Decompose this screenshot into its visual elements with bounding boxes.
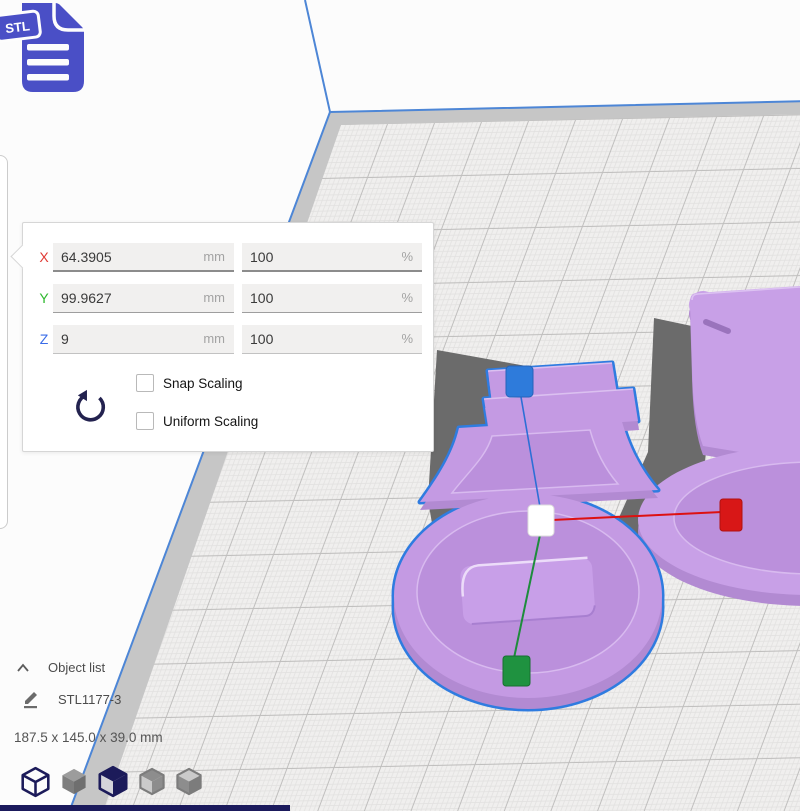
axis-z-label: Z (36, 331, 52, 347)
unit-label: % (401, 249, 413, 264)
cube-front-face-icon[interactable] (138, 767, 166, 796)
file-type-badge: STL (0, 11, 41, 42)
center-scale-handle[interactable] (528, 505, 554, 536)
unit-label: % (401, 331, 413, 346)
snap-scaling-checkbox[interactable] (136, 374, 154, 392)
view-mode-toolbar (20, 765, 203, 798)
scale-y-percent-input[interactable] (250, 284, 370, 312)
scale-z-percent-input[interactable] (250, 325, 370, 353)
cube-front-face-active-icon[interactable] (97, 765, 129, 798)
unit-label: % (401, 290, 413, 305)
snap-scaling-option[interactable]: Snap Scaling (136, 373, 243, 393)
cube-top-face-icon[interactable] (175, 767, 203, 796)
object-list-header[interactable]: Object list (16, 660, 105, 675)
uniform-scaling-option[interactable]: Uniform Scaling (136, 411, 258, 431)
y-scale-handle[interactable] (503, 656, 530, 686)
model-dimensions: 187.5 x 145.0 x 39.0 mm (14, 730, 163, 745)
reset-arrow-icon (73, 389, 109, 425)
scale-y-mm-input[interactable] (61, 284, 181, 312)
document-lines (27, 44, 69, 81)
stl-file-icon: STL (0, 0, 95, 100)
scale-x-mm-input[interactable] (61, 243, 181, 270)
object-list-title: Object list (48, 660, 105, 675)
uniform-scaling-label: Uniform Scaling (163, 414, 258, 429)
left-toolbar-edge (0, 155, 8, 529)
scale-row-y: Y mm % (23, 284, 433, 313)
application-window: STL X mm % Y mm % (0, 0, 800, 811)
bottom-accent-bar (0, 805, 290, 811)
x-scale-handle[interactable] (720, 499, 742, 531)
uniform-scaling-checkbox[interactable] (136, 412, 154, 430)
scale-x-percent-input[interactable] (250, 243, 370, 270)
object-name: STL1177-3 (58, 692, 121, 707)
axis-y-label: Y (36, 290, 52, 306)
scale-tool-panel: X mm % Y mm % Z mm (22, 222, 434, 452)
reset-scale-button[interactable] (71, 388, 111, 428)
snap-scaling-label: Snap Scaling (163, 376, 243, 391)
unit-label: mm (203, 249, 225, 264)
scale-row-z: Z mm % (23, 325, 433, 354)
scale-row-x: X mm % (23, 243, 433, 272)
unit-label: mm (203, 331, 225, 346)
cube-wireframe-icon[interactable] (20, 766, 51, 798)
scale-z-mm-input[interactable] (61, 325, 181, 353)
axis-x-label: X (36, 249, 52, 265)
cube-solid-icon[interactable] (60, 767, 88, 796)
pencil-icon (22, 690, 40, 709)
unit-label: mm (203, 290, 225, 305)
object-list-item[interactable]: STL1177-3 (22, 690, 121, 709)
chevron-up-icon (16, 663, 30, 672)
svg-text:STL: STL (4, 18, 30, 36)
z-scale-handle[interactable] (506, 366, 533, 397)
